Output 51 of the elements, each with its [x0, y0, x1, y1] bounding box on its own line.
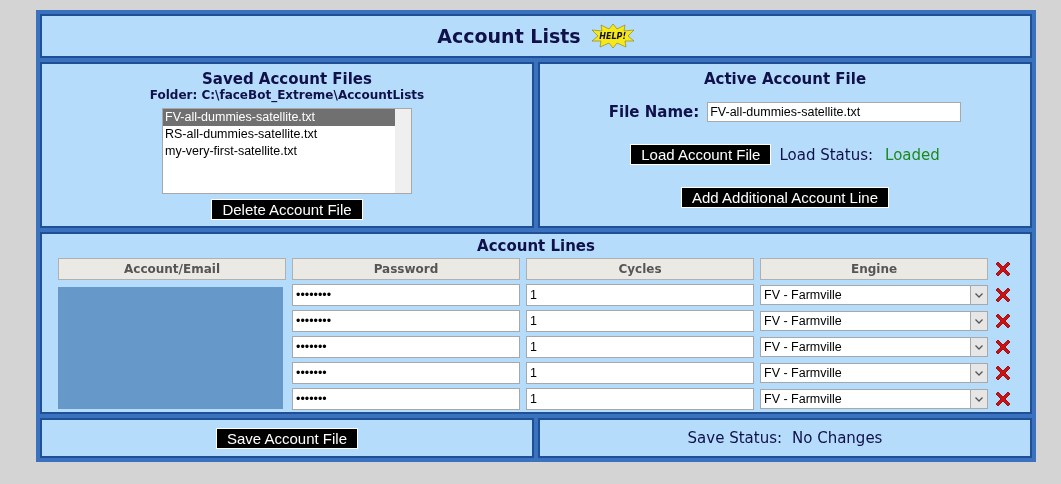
- engine-dropdown[interactable]: FV - Farmville: [760, 311, 988, 331]
- chevron-down-icon: [975, 370, 983, 376]
- delete-icon[interactable]: [994, 364, 1012, 382]
- engine-dropdown[interactable]: FV - Farmville: [760, 389, 988, 409]
- file-list[interactable]: FV-all-dummies-satellite.txt RS-all-dummies-satellite.txt my-very-first-satellite.txt: [162, 108, 412, 194]
- help-badge[interactable]: HELP!: [590, 24, 635, 48]
- password-field[interactable]: •••••••: [292, 336, 520, 358]
- password-field[interactable]: •••••••: [292, 388, 520, 410]
- delete-icon[interactable]: [994, 338, 1012, 356]
- file-name-label: File Name:: [608, 103, 700, 121]
- file-list-item[interactable]: RS-all-dummies-satellite.txt: [163, 126, 395, 143]
- engine-dropdown[interactable]: FV - Farmville: [760, 337, 988, 357]
- column-header: Cycles: [526, 258, 754, 280]
- engine-dropdown[interactable]: FV - Farmville: [760, 363, 988, 383]
- file-list-item[interactable]: my-very-first-satellite.txt: [163, 143, 395, 160]
- column-header: Account/Email: [58, 258, 286, 280]
- cycles-field[interactable]: 1: [526, 284, 754, 306]
- password-field[interactable]: ••••••••: [292, 310, 520, 332]
- delete-icon[interactable]: [994, 390, 1012, 408]
- scrollbar[interactable]: [395, 109, 411, 193]
- section-heading: Account Lines: [477, 237, 595, 255]
- chevron-down-icon: [975, 292, 983, 298]
- delete-icon[interactable]: [994, 260, 1012, 278]
- add-line-button[interactable]: Add Additional Account Line: [681, 187, 889, 208]
- cycles-field[interactable]: 1: [526, 310, 754, 332]
- password-field[interactable]: ••••••••: [292, 284, 520, 306]
- cycles-field[interactable]: 1: [526, 336, 754, 358]
- cycles-field[interactable]: 1: [526, 362, 754, 384]
- save-status-label: Save Status:: [687, 429, 782, 447]
- chevron-down-icon: [975, 344, 983, 350]
- engine-dropdown[interactable]: FV - Farmville: [760, 285, 988, 305]
- section-heading: Active Account File: [703, 70, 867, 88]
- chevron-down-icon: [975, 318, 983, 324]
- delete-file-button[interactable]: Delete Account File: [211, 199, 363, 220]
- save-status: No Changes: [792, 429, 883, 447]
- load-status-label: Load Status:: [779, 145, 874, 164]
- folder-path: Folder: C:\faceBot_Extreme\AccountLists: [149, 88, 425, 102]
- chevron-down-icon: [975, 396, 983, 402]
- file-name-field[interactable]: FV-all-dummies-satellite.txt: [707, 102, 962, 122]
- save-file-button[interactable]: Save Account File: [215, 427, 359, 449]
- column-header: Password: [292, 258, 520, 280]
- password-field[interactable]: •••••••: [292, 362, 520, 384]
- load-status: Loaded: [885, 145, 940, 164]
- load-file-button[interactable]: Load Account File: [630, 144, 772, 165]
- column-header: Engine: [760, 258, 988, 280]
- page-title: Account Lists: [437, 25, 581, 47]
- cycles-field[interactable]: 1: [526, 388, 754, 410]
- section-heading: Saved Account Files: [202, 70, 372, 88]
- file-list-item[interactable]: FV-all-dummies-satellite.txt: [163, 109, 395, 126]
- delete-icon[interactable]: [994, 312, 1012, 330]
- delete-icon[interactable]: [994, 286, 1012, 304]
